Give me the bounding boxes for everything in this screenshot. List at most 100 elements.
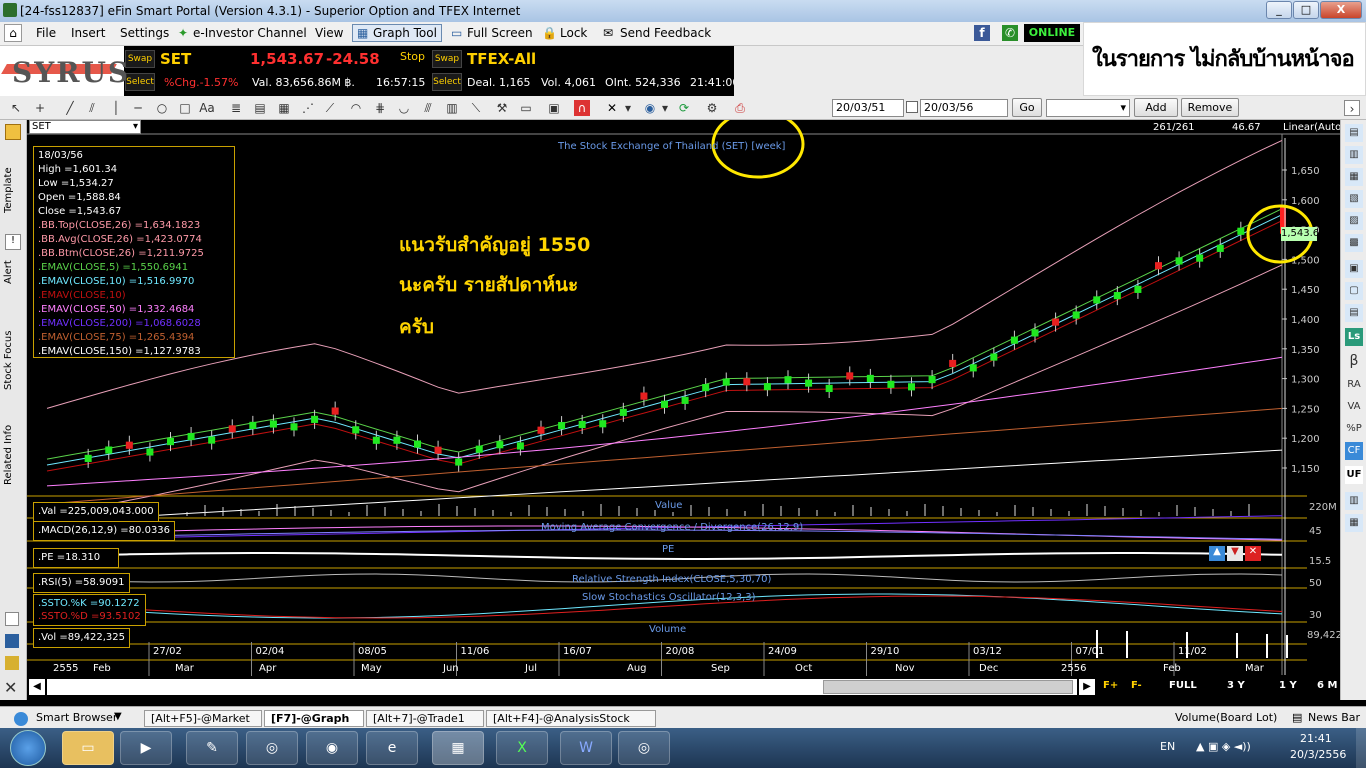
tab-alert[interactable]: Alert xyxy=(3,252,23,292)
text-icon[interactable]: Aa xyxy=(199,100,215,116)
add-button[interactable]: Add xyxy=(1134,98,1178,117)
settings-icon[interactable]: ⚙ xyxy=(704,100,720,116)
zoom-6m-button[interactable]: 6 M xyxy=(1317,680,1337,691)
tool-8-icon[interactable]: ▢ xyxy=(1345,282,1363,300)
raff-icon[interactable]: ▥ xyxy=(444,100,460,116)
tool-4-icon[interactable]: ▧ xyxy=(1345,190,1363,208)
efin-icon[interactable]: ▦ xyxy=(432,731,484,765)
andrews-icon[interactable]: ⟋ xyxy=(322,100,338,116)
speed-line-icon[interactable]: ⋰ xyxy=(300,100,316,116)
tab-related-info[interactable]: Related Info xyxy=(3,410,23,500)
remove-button[interactable]: Remove xyxy=(1181,98,1239,117)
menu-insert[interactable]: Insert xyxy=(71,26,105,40)
parallel-icon[interactable]: ⟍ xyxy=(468,100,484,116)
go-button[interactable]: Go xyxy=(1012,98,1042,117)
tool-10-icon[interactable]: ▥ xyxy=(1345,492,1363,510)
fibonacci-icon[interactable]: ≣ xyxy=(228,100,244,116)
explorer-icon[interactable]: ▭ xyxy=(62,731,114,765)
grid-icon[interactable]: ▦ xyxy=(276,100,292,116)
tool-5-icon[interactable]: ▨ xyxy=(1345,212,1363,230)
scroll-track[interactable] xyxy=(47,679,1077,695)
tool-1-icon[interactable]: ▤ xyxy=(1345,124,1363,142)
tab-trade[interactable]: [Alt+7]-@Trade1 xyxy=(366,710,484,727)
tool-beta[interactable]: β xyxy=(1345,352,1363,370)
new-doc-icon[interactable] xyxy=(5,612,19,626)
zoom-3y-button[interactable]: 3 Y xyxy=(1227,680,1245,691)
rectangle-icon[interactable]: □ xyxy=(177,100,193,116)
zoom-in-button[interactable]: F+ xyxy=(1103,680,1118,691)
close-button[interactable]: X xyxy=(1320,1,1362,19)
fib-fan-icon[interactable]: ▤ xyxy=(252,100,268,116)
minimize-button[interactable]: _ xyxy=(1266,1,1292,19)
tool-9-icon[interactable]: ▤ xyxy=(1345,304,1363,322)
word-icon[interactable]: W xyxy=(560,731,612,765)
app-icon-1[interactable]: ◎ xyxy=(246,731,298,765)
print-icon[interactable]: ⎙ xyxy=(732,100,748,116)
facebook-icon[interactable]: f xyxy=(974,25,990,41)
tools-icon[interactable]: ⚒ xyxy=(494,100,510,116)
tool-2-icon[interactable]: ▥ xyxy=(1345,146,1363,164)
maximize-button[interactable]: □ xyxy=(1293,1,1319,19)
paint-icon[interactable]: ✎ xyxy=(186,731,238,765)
folder-icon[interactable] xyxy=(5,124,21,140)
cycle-icon[interactable]: ◡ xyxy=(396,100,412,116)
channel-icon[interactable]: ⫽ xyxy=(84,100,100,116)
tool-ra[interactable]: RA xyxy=(1345,376,1363,394)
excel-icon[interactable]: X xyxy=(496,731,548,765)
tab-analysis-stock[interactable]: [Alt+F4]-@AnalysisStock xyxy=(486,710,656,727)
tool-pct[interactable]: %P xyxy=(1345,420,1363,438)
date-to-input[interactable]: 20/03/56 xyxy=(920,99,1008,117)
start-button[interactable] xyxy=(10,730,46,766)
menu-file[interactable]: File xyxy=(36,26,56,40)
chrome-icon[interactable]: ◉ xyxy=(306,731,358,765)
menu-send-feedback[interactable]: Send Feedback xyxy=(620,26,711,40)
tool-11-icon[interactable]: ▦ xyxy=(1345,514,1363,532)
tool-3-icon[interactable]: ▦ xyxy=(1345,168,1363,186)
measure-icon[interactable]: ▣ xyxy=(546,100,562,116)
vertical-line-icon[interactable]: │ xyxy=(108,100,124,116)
crosshair-icon[interactable]: + xyxy=(32,100,48,116)
language-indicator[interactable]: EN xyxy=(1160,740,1175,753)
circle-icon[interactable]: ○ xyxy=(154,100,170,116)
menu-view[interactable]: View xyxy=(315,26,343,40)
tab-smart-browser[interactable]: Smart Browser xyxy=(30,710,123,727)
delete-icon[interactable]: ✕ xyxy=(604,100,620,116)
save-icon[interactable] xyxy=(5,634,19,648)
ruler-icon[interactable]: ▭ xyxy=(518,100,534,116)
scroll-left-icon[interactable]: ◀ xyxy=(29,679,45,695)
horizontal-line-icon[interactable]: ─ xyxy=(130,100,146,116)
menu-lock[interactable]: Lock xyxy=(560,26,587,40)
news-bar[interactable]: News Bar xyxy=(1308,711,1360,724)
tab-market[interactable]: [Alt+F5]-@Market xyxy=(144,710,262,727)
tool-6-icon[interactable]: ▩ xyxy=(1345,234,1363,252)
date-from-input[interactable]: 20/03/51 xyxy=(832,99,904,117)
scroll-thumb[interactable] xyxy=(823,680,1073,694)
tray-icons[interactable]: ▲ ▣ ◈ ◄)) xyxy=(1196,740,1251,753)
regression-icon[interactable]: ⫻ xyxy=(420,100,436,116)
ie-icon[interactable]: e xyxy=(366,731,418,765)
zoom-full-button[interactable]: FULL xyxy=(1169,680,1197,691)
panel-down-icon[interactable]: ▼ xyxy=(1227,546,1243,561)
app-icon-2[interactable]: ◎ xyxy=(618,731,670,765)
menu-einvestor[interactable]: e-Investor Channel xyxy=(193,26,307,40)
tool-7-icon[interactable]: ▣ xyxy=(1345,260,1363,278)
zoom-dropdown-icon[interactable]: ▾ xyxy=(657,100,673,116)
panel-close-icon[interactable]: ✕ xyxy=(1245,546,1261,561)
symbol-input[interactable]: SET ▾ xyxy=(29,120,141,134)
panel-up-icon[interactable]: ▲ xyxy=(1209,546,1225,561)
close-x-icon[interactable]: ✕ xyxy=(4,678,17,697)
refresh-icon[interactable]: ⟳ xyxy=(676,100,692,116)
tool-cf[interactable]: CF xyxy=(1345,442,1363,460)
tfex-select-button[interactable]: Select xyxy=(432,73,462,91)
ad-banner[interactable]: ในรายการ ไม่กลับบ้านหน้าจอ xyxy=(1083,22,1366,96)
tfex-swap-button[interactable]: Swap xyxy=(432,50,462,68)
pointer-icon[interactable]: ↖ xyxy=(8,100,24,116)
tab-template[interactable]: Template xyxy=(3,150,23,230)
delete-dropdown-icon[interactable]: ▾ xyxy=(620,100,636,116)
media-player-icon[interactable]: ▶ xyxy=(120,731,172,765)
tab-graph[interactable]: [F7]-@Graph xyxy=(264,710,364,727)
tool-ls[interactable]: Ls xyxy=(1345,328,1363,346)
menu-settings[interactable]: Settings xyxy=(120,26,169,40)
scroll-right-icon[interactable]: ▶ xyxy=(1079,679,1095,695)
home-icon[interactable]: ⌂ xyxy=(4,24,22,42)
